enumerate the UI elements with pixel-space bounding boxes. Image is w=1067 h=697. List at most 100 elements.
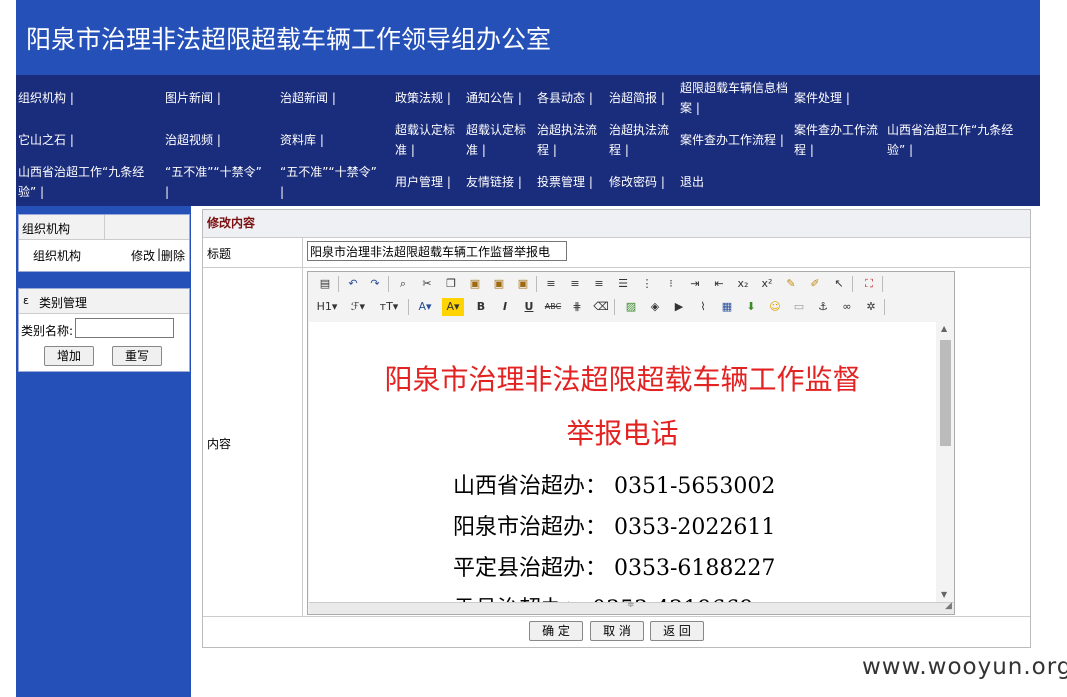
nav-item-library[interactable]: 资料库 | — [280, 130, 324, 150]
link-icon[interactable]: ∞ — [838, 298, 856, 316]
content-label: 内容 — [207, 437, 232, 451]
nav-item-nine-experiences[interactable]: 山西省治超工作“九条经验” | — [887, 120, 1027, 160]
nav-item-vote-mgmt[interactable]: 投票管理 | — [537, 172, 593, 192]
confirm-button[interactable]: 确 定 — [529, 621, 583, 641]
editor-resize-bar[interactable]: ≑ ◢ — [309, 600, 954, 614]
scroll-down-icon[interactable]: ▼ — [941, 590, 947, 599]
copy-icon[interactable]: ❐ — [442, 275, 460, 293]
category-name-input[interactable] — [75, 318, 174, 338]
unlink-icon[interactable]: ✲ — [862, 298, 880, 316]
insert-row-icon[interactable]: ⬇ — [742, 298, 760, 316]
align-right-icon[interactable]: ≡ — [590, 275, 608, 293]
category-panel: ε 类别管理 类别名称: 增加 重写 — [18, 288, 190, 372]
header-banner: 阳泉市治理非法超限超载车辆工作领导组办公室 — [16, 0, 1040, 75]
flash-icon[interactable]: ◈ — [646, 298, 664, 316]
emoticon-icon[interactable]: ☺ — [766, 298, 784, 316]
nav-item-org[interactable]: 组织机构 | — [18, 88, 74, 108]
add-category-button[interactable]: 增加 — [44, 346, 94, 366]
paste-icon[interactable]: ▣ — [466, 275, 484, 293]
font-family-icon[interactable]: ℱ▾ — [346, 298, 370, 316]
align-justify-icon[interactable]: ☰ — [614, 275, 632, 293]
nav-item-logout[interactable]: 退出 — [680, 172, 704, 192]
nav-item-notice[interactable]: 通知公告 | — [466, 88, 522, 108]
strikethrough-icon[interactable]: ABC — [544, 298, 562, 316]
nav-item-enforcement-flow[interactable]: 治超执法流程 | — [537, 120, 602, 160]
indent-icon[interactable]: ⇥ — [686, 275, 704, 293]
nav-item-prohibitions[interactable]: “五不准”“十禁令” | — [165, 162, 265, 202]
anchor-icon[interactable]: ⚓ — [814, 298, 832, 316]
back-button[interactable]: 返 回 — [650, 621, 704, 641]
align-center-icon[interactable]: ≡ — [566, 275, 584, 293]
paste-text-icon[interactable]: ▣ — [490, 275, 508, 293]
table-icon[interactable]: ▦ — [718, 298, 736, 316]
font-size-icon[interactable]: тT▾ — [376, 298, 402, 316]
nav-item-vehicle-archive[interactable]: 超限超载车辆信息档案 | — [680, 78, 790, 118]
nav-item-overload-standard[interactable]: 超载认定标准 | — [395, 120, 460, 160]
form-heading: 修改内容 — [203, 210, 1030, 238]
nav-item-county-news[interactable]: 各县动态 | — [537, 88, 593, 108]
nav-item-other-stones[interactable]: 它山之石 | — [18, 130, 74, 150]
highlight-icon[interactable]: A▾ — [442, 298, 464, 316]
org-panel: 组织机构 组织机构 修改 | 删除 — [18, 214, 190, 272]
nav-item-video[interactable]: 治超视频 | — [165, 130, 221, 150]
nav-item-overload-standard-2[interactable]: 超载认定标准 | — [466, 120, 531, 160]
reset-category-button[interactable]: 重写 — [112, 346, 162, 366]
preview-icon[interactable]: ⌕ — [394, 275, 412, 293]
org-item-label: 组织机构 — [33, 249, 82, 263]
editor-content-area[interactable]: 阳泉市治理非法超限超载车辆工作监督 举报电话 山西省治超办： 0351-5653… — [309, 322, 936, 602]
title-input[interactable] — [307, 241, 567, 261]
nav-item-case-workflow[interactable]: 案件查办工作流程 | — [680, 130, 784, 150]
redo-icon[interactable]: ↷ — [366, 275, 384, 293]
font-color-icon[interactable]: A▾ — [414, 298, 436, 316]
attachment-icon[interactable]: ⌇ — [694, 298, 712, 316]
nav-item-news[interactable]: 治超新闻 | — [280, 88, 336, 108]
scrollbar-thumb[interactable] — [940, 340, 951, 446]
subscript-icon[interactable]: x₂ — [734, 275, 752, 293]
heading-icon[interactable]: H1▾ — [314, 298, 340, 316]
format-painter-icon[interactable]: ✐ — [806, 275, 824, 293]
align-left-icon[interactable]: ≡ — [542, 275, 560, 293]
clear-format-icon[interactable]: ✎ — [782, 275, 800, 293]
nav-item-prohibitions-2[interactable]: “五不准”“十禁令” | — [280, 162, 380, 202]
source-icon[interactable]: ▤ — [316, 275, 334, 293]
nav-item-links[interactable]: 友情链接 | — [466, 172, 522, 192]
image-icon[interactable]: ▨ — [622, 298, 640, 316]
unordered-list-icon[interactable]: ⁝ — [662, 275, 680, 293]
nav-item-user-mgmt[interactable]: 用户管理 | — [395, 172, 451, 192]
scroll-up-icon[interactable]: ▲ — [941, 324, 947, 333]
fullscreen-icon[interactable]: ⛶ — [860, 275, 878, 293]
cut-icon[interactable]: ✂ — [418, 275, 436, 293]
nav-item-case[interactable]: 案件处理 | — [794, 88, 850, 108]
resize-corner-icon[interactable]: ◢ — [945, 601, 952, 611]
nav-item-policy[interactable]: 政策法规 | — [395, 88, 451, 108]
bold-icon[interactable]: B — [472, 298, 490, 316]
org-edit-link[interactable]: 修改 — [131, 247, 155, 264]
nav-item-enforcement-flow-2[interactable]: 治超执法流程 | — [609, 120, 674, 160]
ordered-list-icon[interactable]: ⋮ — [638, 275, 656, 293]
cancel-button[interactable]: 取 消 — [590, 621, 644, 641]
editor-toolbar-row-2: H1▾ ℱ▾ тT▾ A▾ A▾ B I U ABC ⋕ ⌫ ▨ ◈ ▶ ⌇ ▦… — [308, 298, 954, 318]
content-phone-line: 盂县治超办： 0353-4219669 — [453, 591, 753, 602]
media-icon[interactable]: ▶ — [670, 298, 688, 316]
nav-item-photo-news[interactable]: 图片新闻 | — [165, 88, 221, 108]
org-delete-link[interactable]: 删除 — [161, 247, 185, 264]
underline-icon[interactable]: U — [520, 298, 538, 316]
resize-handle-icon[interactable]: ≑ — [627, 600, 635, 610]
outdent-icon[interactable]: ⇤ — [710, 275, 728, 293]
nav-item-nine-experiences-2[interactable]: 山西省治超工作“九条经验” | — [18, 162, 156, 202]
editor-vertical-scrollbar[interactable]: ▲ ▼ — [937, 322, 954, 602]
undo-icon[interactable]: ↶ — [344, 275, 362, 293]
nav-item-case-workflow-2[interactable]: 案件查办工作流程 | — [794, 120, 882, 160]
edit-form: 修改内容 标题 内容 ▤ ↶ ↷ ⌕ ✂ ❐ ▣ ▣ ▣ ≡ ≡ ≡ ☰ ⋮ ⁝… — [202, 209, 1031, 648]
content-phone-line: 山西省治超办： 0351-5653002 — [453, 474, 776, 499]
horizontal-rule-icon[interactable]: ⋕ — [568, 298, 586, 316]
eraser-icon[interactable]: ⌫ — [592, 298, 610, 316]
superscript-icon[interactable]: x² — [758, 275, 776, 293]
nav-item-change-password[interactable]: 修改密码 | — [609, 172, 665, 192]
nav-item-briefing[interactable]: 治超简报 | — [609, 88, 665, 108]
page-break-icon[interactable]: ▭ — [790, 298, 808, 316]
paste-word-icon[interactable]: ▣ — [514, 275, 532, 293]
italic-icon[interactable]: I — [496, 298, 514, 316]
collapse-icon[interactable]: ε — [23, 294, 29, 307]
select-all-icon[interactable]: ↖ — [830, 275, 848, 293]
